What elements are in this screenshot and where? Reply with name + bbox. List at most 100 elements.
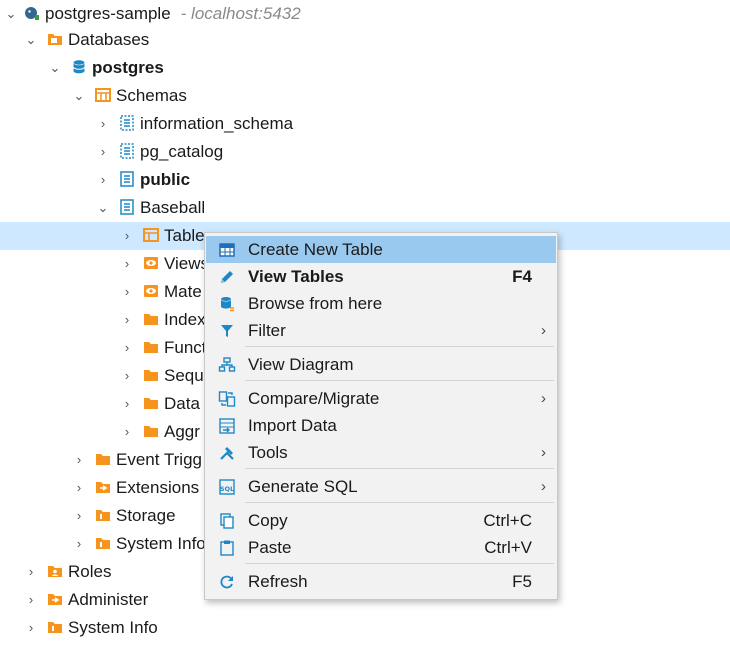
extensions-folder-icon <box>95 479 111 495</box>
roles-folder-icon <box>47 563 63 579</box>
schema-icon <box>119 171 135 187</box>
context-menu: Create New Table View Tables F4 Browse f… <box>204 232 558 600</box>
tree-node-schema-pg-catalog[interactable]: › pg_catalog <box>0 138 730 166</box>
expand-toggle[interactable]: › <box>72 505 86 527</box>
databases-folder-icon <box>47 31 63 47</box>
menu-item-tools[interactable]: Tools › <box>206 439 556 466</box>
database-icon <box>71 59 87 75</box>
folder-icon <box>143 395 159 411</box>
menu-item-compare-migrate[interactable]: Compare/Migrate › <box>206 385 556 412</box>
tree-label: Administer <box>68 590 149 609</box>
collapse-toggle[interactable]: ⌄ <box>96 197 110 219</box>
tree-node-schemas[interactable]: ⌄ Schemas <box>0 82 730 110</box>
menu-separator <box>245 502 554 503</box>
tree-label: Extensions <box>116 478 200 497</box>
tree-node-system-info-root[interactable]: › System Info <box>0 614 730 642</box>
menu-item-shortcut: F4 <box>512 267 532 286</box>
tree-node-schema-public[interactable]: › public <box>0 166 730 194</box>
tree-node-postgres-db[interactable]: ⌄ postgres <box>0 54 730 82</box>
tree-label: Baseball <box>140 198 206 217</box>
tree-node-schema-information[interactable]: › information_schema <box>0 110 730 138</box>
tree-label: System Info <box>68 618 158 637</box>
schema-icon <box>119 143 135 159</box>
collapse-toggle[interactable]: ⌄ <box>4 3 18 25</box>
expand-toggle[interactable]: › <box>96 113 110 135</box>
expand-toggle[interactable]: › <box>120 309 134 331</box>
compare-icon <box>218 390 236 408</box>
schema-icon <box>119 199 135 215</box>
connection-host: - localhost:5432 <box>180 4 301 23</box>
paste-icon <box>218 539 236 557</box>
tree-label: Databases <box>68 30 150 49</box>
expand-toggle[interactable]: › <box>120 337 134 359</box>
tree-label: Schemas <box>116 86 187 105</box>
menu-separator <box>245 563 554 564</box>
expand-toggle[interactable]: › <box>120 365 134 387</box>
expand-toggle[interactable]: › <box>72 477 86 499</box>
expand-toggle[interactable]: › <box>96 169 110 191</box>
menu-item-label: View Tables <box>248 267 344 286</box>
menu-item-paste[interactable]: Paste Ctrl+V <box>206 534 556 561</box>
collapse-toggle[interactable]: ⌄ <box>72 85 86 107</box>
expand-toggle[interactable]: › <box>72 449 86 471</box>
menu-item-view-tables[interactable]: View Tables F4 <box>206 263 556 290</box>
tools-icon <box>218 444 236 462</box>
refresh-icon <box>218 573 236 591</box>
menu-item-label: Generate SQL <box>248 477 358 496</box>
menu-item-label: Filter <box>248 321 286 340</box>
folder-icon <box>143 367 159 383</box>
tree-label: postgres-sample - localhost:5432 <box>45 4 301 23</box>
menu-item-browse-from-here[interactable]: Browse from here <box>206 290 556 317</box>
submenu-arrow-icon: › <box>541 444 546 461</box>
expand-toggle[interactable]: › <box>96 141 110 163</box>
menu-item-filter[interactable]: Filter › <box>206 317 556 344</box>
expand-toggle[interactable]: › <box>120 253 134 275</box>
tree-label: Table <box>164 226 205 245</box>
submenu-arrow-icon: › <box>541 390 546 407</box>
expand-toggle[interactable]: › <box>120 281 134 303</box>
storage-folder-icon <box>95 507 111 523</box>
menu-item-generate-sql[interactable]: SQL Generate SQL › <box>206 473 556 500</box>
menu-separator <box>245 380 554 381</box>
menu-item-view-diagram[interactable]: View Diagram <box>206 351 556 378</box>
expand-toggle[interactable]: › <box>24 589 38 611</box>
schemas-folder-icon <box>95 87 111 103</box>
expand-toggle[interactable]: › <box>120 393 134 415</box>
collapse-toggle[interactable]: ⌄ <box>24 29 38 51</box>
tree-label: Storage <box>116 506 176 525</box>
menu-item-import-data[interactable]: Import Data <box>206 412 556 439</box>
tree-label: Aggr <box>164 422 200 441</box>
diagram-icon <box>218 356 236 374</box>
folder-icon <box>143 423 159 439</box>
filter-icon <box>218 322 236 340</box>
tree-label: postgres <box>92 58 164 77</box>
submenu-arrow-icon: › <box>541 478 546 495</box>
menu-item-label: Compare/Migrate <box>248 389 380 408</box>
tree-label: public <box>140 170 191 189</box>
tree-label: System Info <box>116 534 206 553</box>
expand-toggle[interactable]: › <box>24 617 38 639</box>
menu-item-label: Browse from here <box>248 294 383 313</box>
menu-item-refresh[interactable]: Refresh F5 <box>206 568 556 595</box>
collapse-toggle[interactable]: ⌄ <box>48 57 62 79</box>
menu-item-create-new-table[interactable]: Create New Table <box>206 236 556 263</box>
menu-item-label: Copy <box>248 511 288 530</box>
expand-toggle[interactable]: › <box>24 561 38 583</box>
menu-item-shortcut: Ctrl+C <box>483 511 532 530</box>
copy-icon <box>218 512 236 530</box>
system-info-folder-icon <box>95 535 111 551</box>
expand-toggle[interactable]: › <box>120 421 134 443</box>
tree-node-databases[interactable]: ⌄ Databases <box>0 26 730 54</box>
tree-node-connection[interactable]: ⌄ postgres-sample - localhost:5432 <box>0 0 730 28</box>
tree-node-schema-baseball[interactable]: ⌄ Baseball <box>0 194 730 222</box>
postgres-elephant-icon <box>24 5 40 21</box>
expand-toggle[interactable]: › <box>120 225 134 247</box>
folder-icon <box>143 339 159 355</box>
menu-item-shortcut: Ctrl+V <box>484 538 532 557</box>
materialized-views-folder-icon <box>143 283 159 299</box>
menu-item-label: Tools <box>248 443 288 462</box>
menu-separator <box>245 346 554 347</box>
expand-toggle[interactable]: › <box>72 533 86 555</box>
menu-item-copy[interactable]: Copy Ctrl+C <box>206 507 556 534</box>
tables-folder-icon <box>143 227 159 243</box>
